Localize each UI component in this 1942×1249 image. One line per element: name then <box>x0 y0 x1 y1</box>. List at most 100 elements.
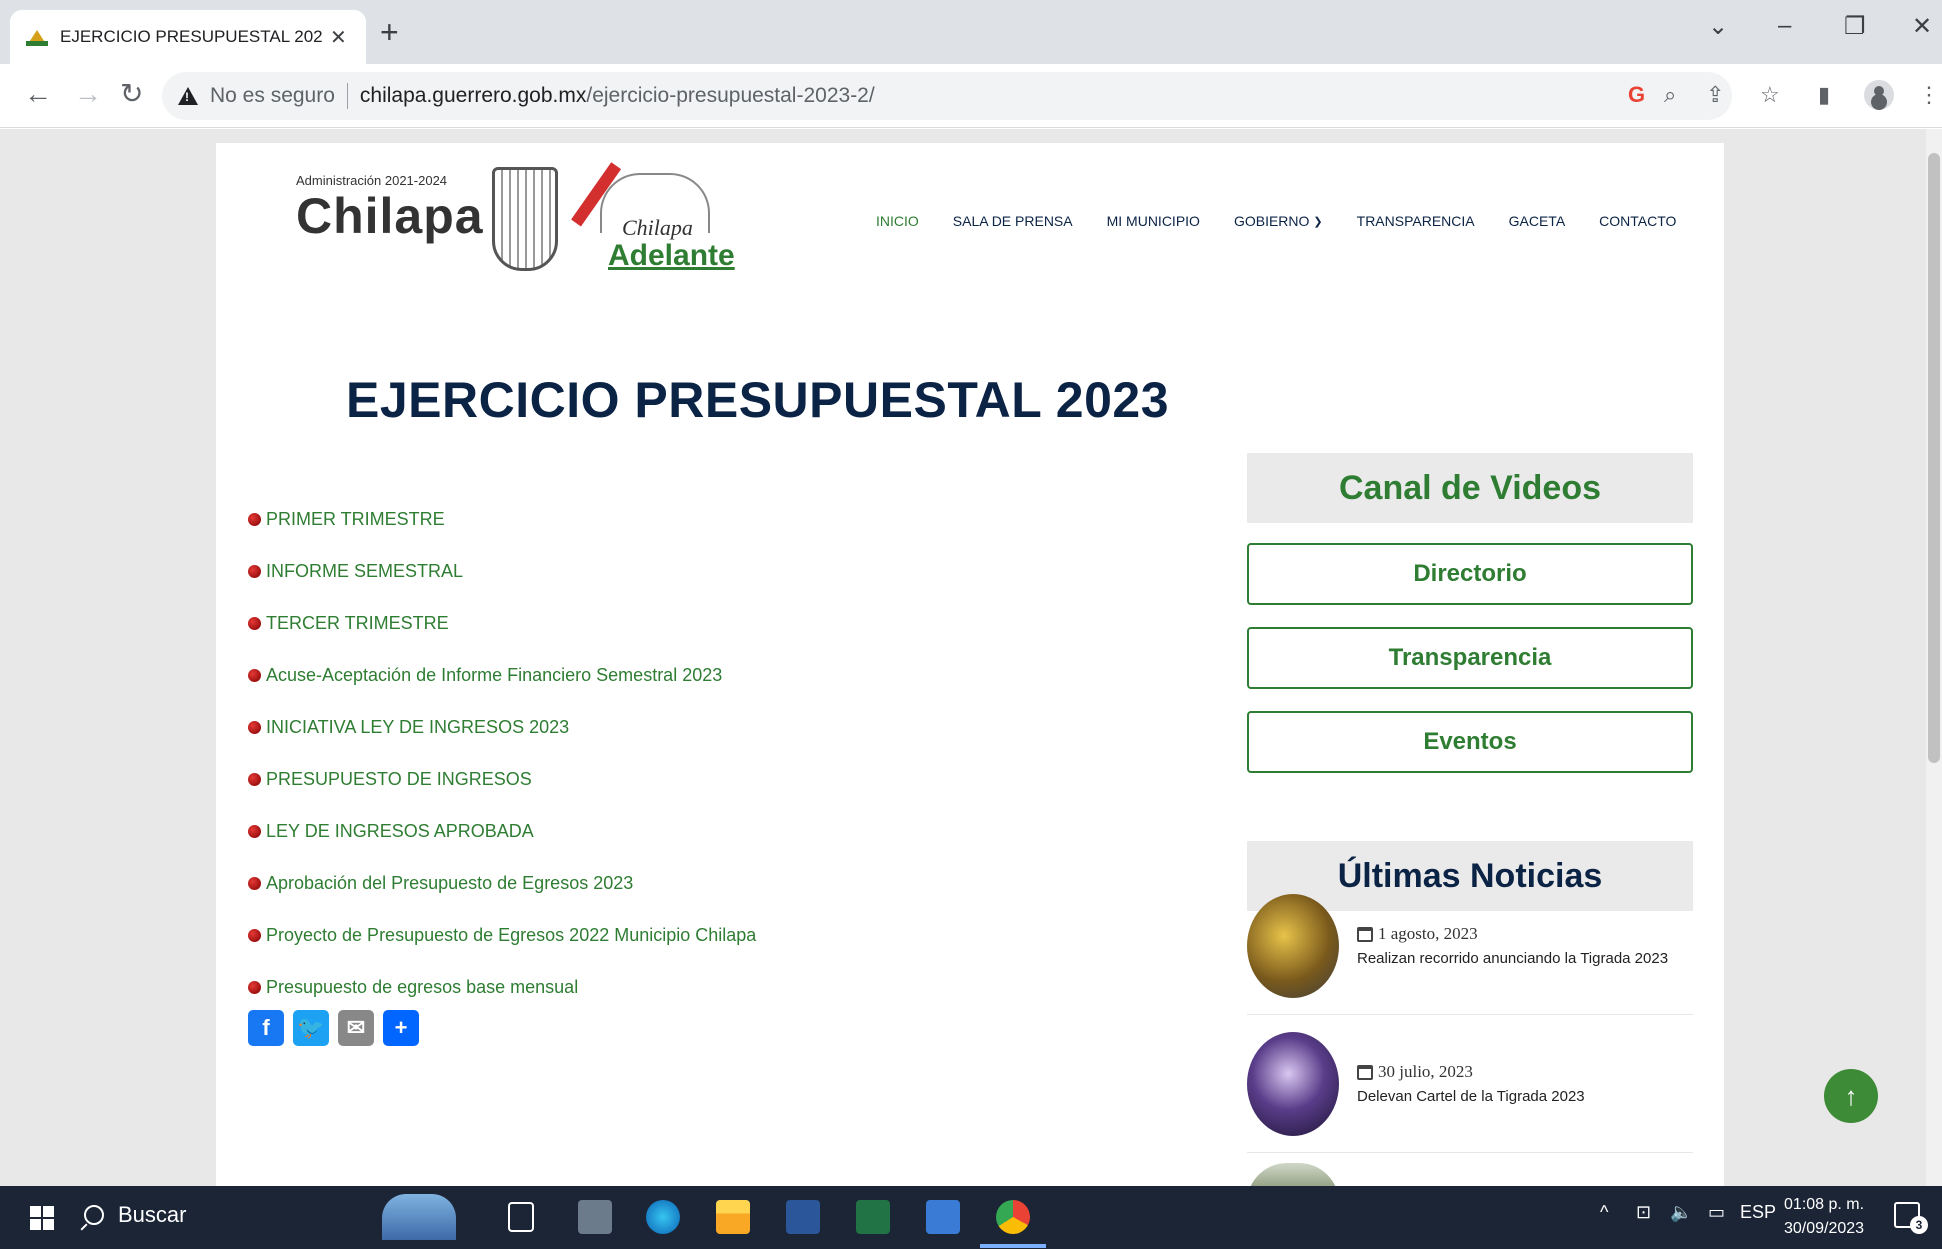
news-item[interactable]: 1 agosto, 2023 Realizan recorrido anunci… <box>1247 877 1693 1015</box>
zoom-icon[interactable]: ⌕ <box>1664 80 1676 110</box>
chilapa-adelante-logo[interactable]: Chilapa Adelante <box>571 162 735 283</box>
app-icon[interactable] <box>926 1200 960 1234</box>
share-icon[interactable]: ⇪ <box>1706 80 1724 110</box>
document-list: PRIMER TRIMESTRE INFORME SEMESTRAL TERCE… <box>248 493 756 1013</box>
taskbar-search[interactable]: Buscar <box>84 1202 186 1228</box>
nav-sala-de-prensa[interactable]: SALA DE PRENSA <box>953 213 1073 229</box>
chrome-icon[interactable] <box>996 1200 1030 1234</box>
not-secure-icon[interactable] <box>178 87 198 105</box>
facebook-icon[interactable]: f <box>248 1010 284 1046</box>
forward-icon[interactable]: → <box>74 78 102 110</box>
document-link[interactable]: Proyecto de Presupuesto de Egresos 2022 … <box>266 925 756 946</box>
scrollbar[interactable] <box>1926 129 1942 1186</box>
weather-widget-icon[interactable] <box>382 1194 456 1240</box>
news-date-text: 30 julio, 2023 <box>1378 1062 1473 1081</box>
close-tab-icon[interactable]: ✕ <box>330 25 347 50</box>
nav-mi-municipio[interactable]: MI MUNICIPIO <box>1107 213 1200 229</box>
share-plus-icon[interactable]: + <box>383 1010 419 1046</box>
bullet-icon <box>248 512 261 526</box>
reload-icon[interactable]: ↻ <box>120 78 143 110</box>
word-icon[interactable] <box>786 1200 820 1234</box>
tab-strip: EJERCICIO PRESUPUESTAL 2023 ✕ + ⌄ – ❐ ✕ <box>0 0 1942 64</box>
close-window-icon[interactable]: ✕ <box>1912 12 1932 41</box>
minimize-icon[interactable]: – <box>1778 12 1791 40</box>
bullet-icon <box>248 824 261 838</box>
scroll-to-top-button[interactable]: ↑ <box>1824 1069 1878 1123</box>
nav-gobierno[interactable]: GOBIERNO <box>1234 213 1309 229</box>
security-label[interactable]: No es seguro <box>210 84 335 108</box>
file-explorer-icon[interactable] <box>716 1200 750 1234</box>
list-item: PRESUPUESTO DE INGRESOS <box>248 753 756 805</box>
document-link[interactable]: Aprobación del Presupuesto de Egresos 20… <box>266 873 633 894</box>
nav-gobierno-wrapper[interactable]: GOBIERNO ❯ <box>1234 213 1323 229</box>
volume-icon[interactable]: 🔈 <box>1670 1202 1692 1223</box>
list-item: Presupuesto de egresos base mensual <box>248 961 756 1013</box>
clock-time: 01:08 p. m. <box>1784 1196 1865 1213</box>
pen-icon[interactable]: ⊡ <box>1636 1202 1651 1223</box>
nav-contacto[interactable]: CONTACTO <box>1599 213 1676 229</box>
url-domain: chilapa.guerrero.gob.mx <box>359 84 587 107</box>
browser-tab[interactable]: EJERCICIO PRESUPUESTAL 2023 ✕ <box>10 10 366 64</box>
tab-search-icon[interactable]: ⌄ <box>1708 12 1728 41</box>
browser-toolbar: ← → ↻ No es seguro chilapa.guerrero.gob.… <box>0 64 1942 128</box>
document-link[interactable]: TERCER TRIMESTRE <box>266 613 449 634</box>
page-container: Administración 2021-2024 Chilapa Chilapa… <box>216 143 1724 1186</box>
email-icon[interactable]: ✉ <box>338 1010 374 1046</box>
bookmark-star-icon[interactable]: ☆ <box>1760 80 1780 110</box>
document-link[interactable]: INICIATIVA LEY DE INGRESOS 2023 <box>266 717 569 738</box>
document-link[interactable]: Presupuesto de egresos base mensual <box>266 977 578 998</box>
profile-avatar[interactable] <box>1864 80 1894 110</box>
bullet-icon <box>248 980 261 994</box>
edge-browser-icon[interactable] <box>646 1200 680 1234</box>
news-headline[interactable]: Delevan Cartel de la Tigrada 2023 <box>1357 1088 1585 1105</box>
municipal-crest-icon <box>492 167 558 271</box>
news-thumbnail[interactable] <box>1247 1031 1339 1136</box>
news-text: 30 julio, 2023 Delevan Cartel de la Tigr… <box>1357 1062 1585 1105</box>
eventos-button[interactable]: Eventos <box>1247 711 1693 773</box>
scrollbar-thumb[interactable] <box>1928 153 1940 763</box>
nav-gaceta[interactable]: GACETA <box>1509 213 1566 229</box>
document-link[interactable]: Acuse-Aceptación de Informe Financiero S… <box>266 665 722 686</box>
task-view-icon[interactable] <box>508 1202 534 1232</box>
document-link[interactable]: LEY DE INGRESOS APROBADA <box>266 821 534 842</box>
taskbar-clock[interactable]: 01:08 p. m. 30/09/2023 <box>1784 1193 1864 1241</box>
bullet-icon <box>248 772 261 786</box>
url-path: /ejercicio-presupuestal-2023-2/ <box>586 84 875 107</box>
document-link[interactable]: INFORME SEMESTRAL <box>266 561 463 582</box>
new-tab-button[interactable]: + <box>380 14 399 50</box>
clock-date: 30/09/2023 <box>1784 1220 1865 1237</box>
document-link[interactable]: PRESUPUESTO DE INGRESOS <box>266 769 532 790</box>
document-link[interactable]: PRIMER TRIMESTRE <box>266 509 445 530</box>
windows-start-icon[interactable] <box>30 1206 54 1230</box>
bullet-icon <box>248 616 261 630</box>
twitter-icon[interactable]: 🐦 <box>293 1010 329 1046</box>
main-navigation: INICIO SALA DE PRENSA MI MUNICIPIO GOBIE… <box>876 213 1676 229</box>
directorio-button[interactable]: Directorio <box>1247 543 1693 605</box>
nav-inicio[interactable]: INICIO <box>876 213 919 229</box>
list-item: TERCER TRIMESTRE <box>248 597 756 649</box>
news-headline[interactable]: Realizan recorrido anunciando la Tigrada… <box>1357 950 1668 967</box>
news-item[interactable]: 30 julio, 2023 Delevan Cartel de la Tigr… <box>1247 1015 1693 1153</box>
calculator-icon[interactable] <box>578 1200 612 1234</box>
address-bar[interactable]: No es seguro chilapa.guerrero.gob.mx/eje… <box>162 72 1732 120</box>
side-panel-icon[interactable]: ▮ <box>1818 80 1830 110</box>
google-translate-icon[interactable]: G <box>1628 80 1645 110</box>
excel-icon[interactable] <box>856 1200 890 1234</box>
back-icon[interactable]: ← <box>24 78 52 110</box>
menu-kebab-icon[interactable]: ⋮ <box>1918 80 1940 110</box>
news-thumbnail[interactable] <box>1247 893 1339 998</box>
transparencia-button[interactable]: Transparencia <box>1247 627 1693 689</box>
language-indicator[interactable]: ESP <box>1740 1202 1776 1223</box>
chevron-down-icon[interactable]: ❯ <box>1313 215 1322 228</box>
calendar-icon <box>1357 926 1373 942</box>
tray-chevron-icon[interactable]: ^ <box>1600 1202 1608 1223</box>
news-date-text: 1 agosto, 2023 <box>1378 924 1478 943</box>
network-icon[interactable]: ▭ <box>1708 1202 1725 1223</box>
restore-icon[interactable]: ❐ <box>1844 12 1866 41</box>
url-text[interactable]: chilapa.guerrero.gob.mx/ejercicio-presup… <box>360 84 875 108</box>
nav-transparencia[interactable]: TRANSPARENCIA <box>1357 213 1475 229</box>
active-app-indicator <box>980 1244 1046 1248</box>
news-thumbnail[interactable] <box>1247 1163 1339 1186</box>
page-viewport: Administración 2021-2024 Chilapa Chilapa… <box>0 129 1942 1186</box>
calendar-icon <box>1357 1064 1373 1080</box>
